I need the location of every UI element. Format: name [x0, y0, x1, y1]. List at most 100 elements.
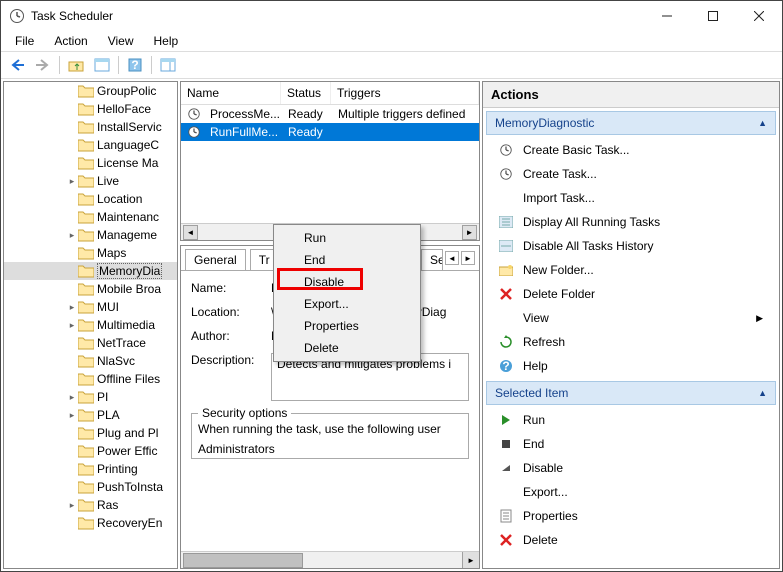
- folder-icon: [78, 210, 94, 224]
- tree-item[interactable]: Maps: [4, 244, 177, 262]
- action-delete-folder[interactable]: Delete Folder: [483, 282, 779, 306]
- actions-scroll[interactable]: MemoryDiagnostic▲ Create Basic Task... C…: [483, 108, 779, 568]
- folder-icon: [78, 228, 94, 242]
- folder-icon: [78, 480, 94, 494]
- action-refresh[interactable]: Refresh: [483, 330, 779, 354]
- task-row[interactable]: ProcessMe...ReadyMultiple triggers defin…: [181, 105, 479, 123]
- tree-item-label: NlaSvc: [97, 354, 135, 368]
- tree-item[interactable]: RecoveryEn: [4, 514, 177, 532]
- col-status[interactable]: Status: [281, 82, 331, 104]
- action-help[interactable]: ? Help: [483, 354, 779, 378]
- clock-create-icon: [497, 142, 515, 158]
- cm-delete[interactable]: Delete: [276, 337, 418, 359]
- menu-help[interactable]: Help: [146, 32, 187, 50]
- tree-item[interactable]: Printing: [4, 460, 177, 478]
- cm-end[interactable]: End: [276, 249, 418, 271]
- menu-action[interactable]: Action: [46, 32, 95, 50]
- action-properties[interactable]: Properties: [483, 504, 779, 528]
- tree-item[interactable]: Mobile Broa: [4, 280, 177, 298]
- tree-item[interactable]: Maintenanc: [4, 208, 177, 226]
- tree-item[interactable]: PushToInsta: [4, 478, 177, 496]
- help-icon[interactable]: ?: [123, 54, 147, 76]
- action-end[interactable]: End: [483, 432, 779, 456]
- action-disable[interactable]: Disable: [483, 456, 779, 480]
- tab-general[interactable]: General: [185, 249, 246, 270]
- tree-item[interactable]: Offline Files: [4, 370, 177, 388]
- tree-item[interactable]: ▸PI: [4, 388, 177, 406]
- action-export[interactable]: Export...: [483, 480, 779, 504]
- menu-bar: File Action View Help: [1, 31, 782, 51]
- tree-item[interactable]: MemoryDia: [4, 262, 177, 280]
- section-memorydiagnostic[interactable]: MemoryDiagnostic▲: [486, 111, 776, 135]
- folder-icon: [78, 336, 94, 350]
- import-icon: [497, 190, 515, 206]
- tree-item[interactable]: GroupPolic: [4, 82, 177, 100]
- tree-item[interactable]: HelloFace: [4, 100, 177, 118]
- list-header: Name Status Triggers: [181, 82, 479, 105]
- tree-item[interactable]: LanguageC: [4, 136, 177, 154]
- action-create-basic-task[interactable]: Create Basic Task...: [483, 138, 779, 162]
- tree-item[interactable]: ▸Live: [4, 172, 177, 190]
- tab-scroll-left[interactable]: ◄: [445, 251, 459, 265]
- tree-item-label: Offline Files: [97, 372, 160, 386]
- task-status: Ready: [282, 107, 332, 121]
- action-import-task[interactable]: Import Task...: [483, 186, 779, 210]
- tab-scroll-right[interactable]: ►: [461, 251, 475, 265]
- run-icon: [497, 412, 515, 428]
- panel-toggle-icon[interactable]: [90, 54, 114, 76]
- tree-item[interactable]: Power Effic: [4, 442, 177, 460]
- panel-layout-icon[interactable]: [156, 54, 180, 76]
- tree-item[interactable]: InstallServic: [4, 118, 177, 136]
- tree-item[interactable]: ▸ PLA: [4, 406, 177, 424]
- folder-up-icon[interactable]: [64, 54, 88, 76]
- tree-item[interactable]: NlaSvc: [4, 352, 177, 370]
- security-options-group: Security options When running the task, …: [191, 413, 469, 459]
- action-view[interactable]: View ▶: [483, 306, 779, 330]
- action-new-folder[interactable]: New Folder...: [483, 258, 779, 282]
- cm-run[interactable]: Run: [276, 227, 418, 249]
- window-title: Task Scheduler: [31, 9, 113, 23]
- tree-item[interactable]: Plug and Pl: [4, 424, 177, 442]
- maximize-button[interactable]: [690, 1, 736, 31]
- tree-item[interactable]: ▸Manageme: [4, 226, 177, 244]
- action-delete[interactable]: Delete: [483, 528, 779, 552]
- tree-item[interactable]: ▸MUI: [4, 298, 177, 316]
- display-tasks-icon: [497, 214, 515, 230]
- forward-button[interactable]: [31, 54, 55, 76]
- menu-file[interactable]: File: [7, 32, 42, 50]
- tree-item[interactable]: NetTrace: [4, 334, 177, 352]
- col-triggers[interactable]: Triggers: [331, 82, 479, 104]
- action-display-running[interactable]: Display All Running Tasks: [483, 210, 779, 234]
- tree-item[interactable]: Location: [4, 190, 177, 208]
- task-icon: [187, 107, 201, 121]
- action-run[interactable]: Run: [483, 408, 779, 432]
- tree-scroll[interactable]: GroupPolic HelloFace InstallServicLanguage…: [4, 82, 177, 568]
- task-row[interactable]: RunFullMe...Ready: [181, 123, 479, 141]
- location-label: Location:: [191, 305, 271, 319]
- section-selected-item[interactable]: Selected Item▲: [486, 381, 776, 405]
- chevron-right-icon: ▸: [66, 320, 78, 331]
- col-name[interactable]: Name: [181, 82, 281, 104]
- action-create-task[interactable]: Create Task...: [483, 162, 779, 186]
- tree-item-label: HelloFace: [97, 102, 151, 116]
- tree-item-label: Manageme: [97, 228, 157, 242]
- actions-panel: Actions MemoryDiagnostic▲ Create Basic T…: [482, 81, 780, 569]
- folder-icon: [78, 84, 94, 98]
- menu-view[interactable]: View: [100, 32, 142, 50]
- title-bar: Task Scheduler: [1, 1, 782, 31]
- tree-item[interactable]: License Ma: [4, 154, 177, 172]
- tree-item[interactable]: ▸Multimedia: [4, 316, 177, 334]
- action-disable-history[interactable]: Disable All Tasks History: [483, 234, 779, 258]
- close-button[interactable]: [736, 1, 782, 31]
- tree-item[interactable]: ▸Ras: [4, 496, 177, 514]
- back-button[interactable]: [5, 54, 29, 76]
- cm-disable[interactable]: Disable: [276, 271, 418, 293]
- cm-properties[interactable]: Properties: [276, 315, 418, 337]
- detail-hscrollbar[interactable]: ►: [181, 551, 479, 568]
- cm-export[interactable]: Export...: [276, 293, 418, 315]
- tab-partial-se[interactable]: Se: [421, 249, 443, 270]
- tree-item-label: PLA: [97, 408, 120, 422]
- chevron-right-icon: ▸: [66, 410, 78, 421]
- toolbar: ?: [1, 51, 782, 79]
- minimize-button[interactable]: [644, 1, 690, 31]
